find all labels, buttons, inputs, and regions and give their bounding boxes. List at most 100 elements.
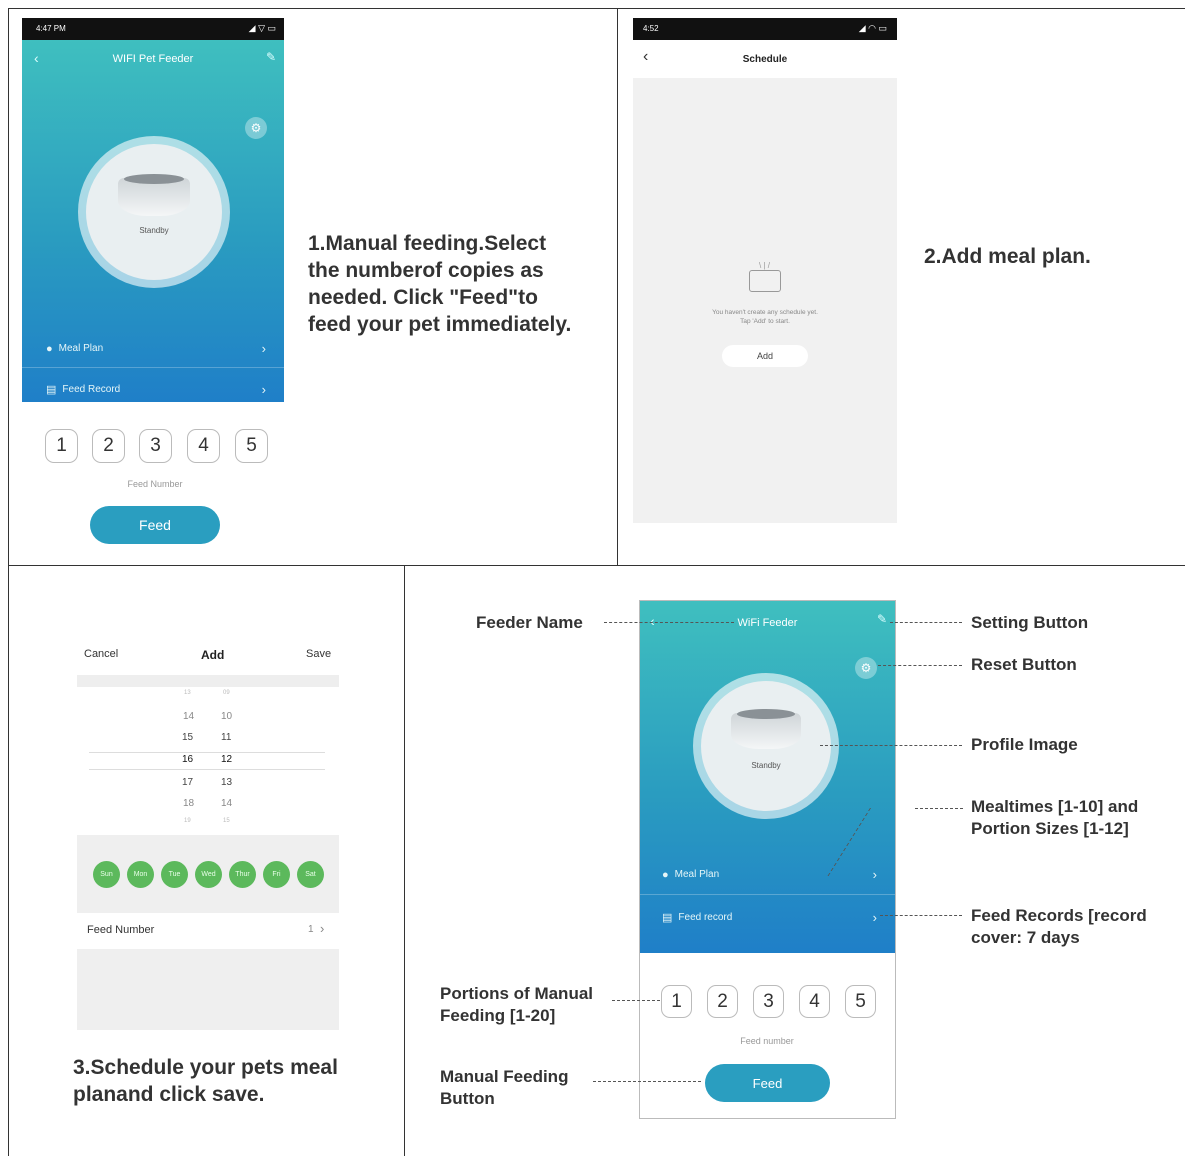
minute-item-selected: 12 (221, 754, 233, 765)
feed-number-row[interactable]: Feed Number 1 › (77, 913, 339, 949)
leader-feed-records (880, 915, 962, 916)
hour-item: 14 (183, 711, 195, 722)
annotation-feed-records: Feed Records [record cover: 7 days (971, 905, 1147, 949)
feed-number-4[interactable]: 4 (799, 985, 830, 1018)
panel2-phone: 4:52 ◢ ◠ ▭ ‹ Schedule \ | / You haven't … (633, 18, 897, 523)
feed-button[interactable]: Feed (705, 1064, 830, 1102)
feed-record-row[interactable]: ▤ Feed Record › (22, 370, 284, 408)
status-bar: 4:47 PM ◢ ▽ ▭ (22, 18, 284, 40)
feed-number-1[interactable]: 1 (661, 985, 692, 1018)
meal-plan-label: Meal Plan (674, 869, 720, 880)
feed-record-label: Feed Record (62, 383, 121, 395)
status-bar: 4:52 ◢ ◠ ▭ (633, 18, 897, 40)
feed-record-row[interactable]: ▤ Feed record › (640, 897, 895, 937)
panel1-caption: 1.Manual feeding.Select the numberof cop… (308, 230, 608, 338)
edit-icon[interactable]: ✎ (266, 50, 276, 64)
annotation-manual-button: Manual Feeding Button (440, 1066, 568, 1110)
status-time: 4:52 (643, 24, 659, 33)
feed-number-1[interactable]: 1 (45, 429, 78, 463)
day-tue[interactable]: Tue (161, 861, 188, 888)
hour-item: 13 (184, 690, 191, 696)
meal-plan-row[interactable]: ● Meal Plan › (22, 330, 284, 368)
annotation-line: Feeding [1-20] (440, 1006, 556, 1025)
save-button[interactable]: Save (306, 648, 331, 660)
annotation-mealtimes: Mealtimes [1-10] and Portion Sizes [1-12… (971, 796, 1138, 840)
feed-number-label: Feed number (740, 1036, 794, 1046)
minute-item: 15 (223, 818, 230, 824)
annotation-feeder-name: Feeder Name (476, 613, 583, 632)
leader-reset (878, 665, 962, 666)
add-title: Add (201, 648, 225, 662)
panel3-caption: 3.Schedule your pets meal planand click … (73, 1054, 393, 1108)
empty-text-2: Tap 'Add' to start. (740, 318, 790, 325)
annotation-line: Button (440, 1089, 495, 1108)
feed-number-5[interactable]: 5 (845, 985, 876, 1018)
status-standby: Standby (751, 761, 781, 770)
day-wed[interactable]: Wed (195, 861, 222, 888)
feed-record-label: Feed record (678, 911, 733, 923)
annotation-setting-button: Setting Button (971, 613, 1089, 632)
minute-item: 09 (223, 690, 230, 696)
hour-item: 19 (184, 818, 191, 824)
leader-profile (820, 745, 962, 746)
annotation-portions: Portions of Manual Feeding [1-20] (440, 983, 593, 1027)
caption-line: planand click save. (73, 1083, 265, 1106)
feeder-title: WIFI Pet Feeder (112, 53, 194, 65)
feed-number-3[interactable]: 3 (753, 985, 784, 1018)
frame-left (8, 8, 9, 1156)
day-sun[interactable]: Sun (93, 861, 120, 888)
add-schedule-button[interactable]: Add (722, 345, 808, 367)
day-thur[interactable]: Thur (229, 861, 256, 888)
status-standby: Standby (139, 226, 169, 235)
caption-line: 1.Manual feeding.Select (308, 232, 547, 255)
feed-button[interactable]: Feed (90, 506, 220, 544)
status-icons: ◢ ▽ ▭ (248, 23, 276, 33)
feed-number-3[interactable]: 3 (139, 429, 172, 463)
status-icons: ◢ ◠ ▭ (858, 23, 887, 33)
hour-item: 17 (182, 777, 194, 788)
gear-icon[interactable]: ⚙ (245, 117, 267, 139)
leader-portions (612, 1000, 660, 1001)
empty-tray-icon (749, 270, 781, 292)
day-sat[interactable]: Sat (297, 861, 324, 888)
cancel-button[interactable]: Cancel (84, 648, 118, 660)
chevron-right-icon: › (320, 921, 325, 936)
annotation-reset-button: Reset Button (971, 655, 1077, 674)
frame-mid-h (8, 565, 1185, 566)
day-mon[interactable]: Mon (127, 861, 154, 888)
setting-edit-icon[interactable]: ✎ (877, 612, 887, 626)
chevron-right-icon: › (872, 909, 877, 925)
reset-gear-icon[interactable]: ⚙ (855, 657, 877, 679)
feed-number-label: Feed Number (87, 924, 155, 936)
feed-number-2[interactable]: 2 (92, 429, 125, 463)
annotation-line: Manual Feeding (440, 1067, 569, 1086)
feed-number-4[interactable]: 4 (187, 429, 220, 463)
annotation-line: Portion Sizes [1-12] (971, 819, 1129, 838)
frame-v2 (404, 565, 405, 1156)
minute-item: 13 (221, 777, 233, 788)
caption-line: needed. Click "Feed"to (308, 286, 538, 309)
empty-text-1: You haven't create any schedule yet. (712, 309, 818, 316)
leader-setting (890, 622, 962, 623)
annotation-line: cover: 7 days (971, 928, 1080, 947)
schedule-title: Schedule (742, 54, 788, 65)
record-icon: ▤ (662, 911, 673, 924)
frame-top (8, 8, 1185, 9)
minute-item: 10 (221, 711, 233, 722)
bowl-rim (124, 174, 184, 184)
time-picker[interactable]: 13 14 15 16 17 18 19 09 10 11 12 13 14 1… (77, 687, 339, 835)
day-fri[interactable]: Fri (263, 861, 290, 888)
feed-number-2[interactable]: 2 (707, 985, 738, 1018)
frame-v1 (617, 8, 618, 565)
hour-item: 18 (183, 798, 195, 809)
chevron-right-icon: › (261, 341, 266, 356)
panel3-phone: Cancel Add Save 13 14 15 16 17 18 19 09 … (77, 638, 339, 1030)
feed-number-value: 1 (308, 924, 314, 935)
record-icon: ▤ (46, 383, 57, 396)
panel2-caption: 2.Add meal plan. (924, 245, 1091, 268)
empty-tray-sparkle: \ | / (759, 261, 770, 270)
feed-number-5[interactable]: 5 (235, 429, 268, 463)
picker-top-bar (77, 675, 339, 687)
chevron-right-icon: › (261, 381, 266, 397)
feeder-name: WiFi Feeder (737, 617, 798, 629)
